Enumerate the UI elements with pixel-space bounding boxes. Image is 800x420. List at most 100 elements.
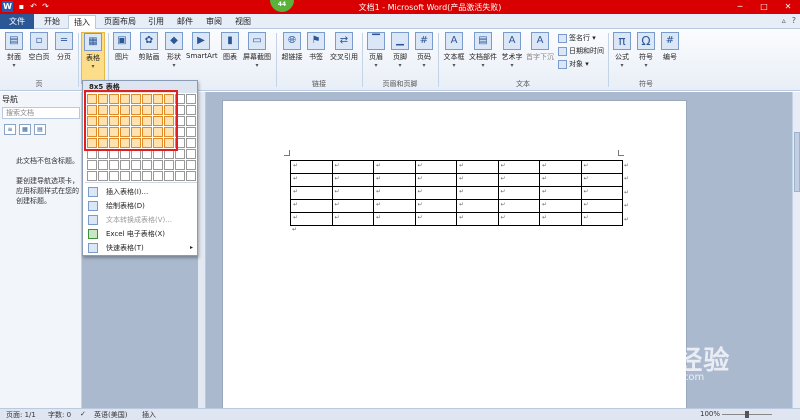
table-grid-cell[interactable] — [131, 171, 141, 181]
undo-icon[interactable]: ↶ — [28, 1, 39, 12]
quick-tables-menu-item[interactable]: 快速表格(T) ▸ — [85, 241, 197, 255]
signature-line-button[interactable]: 签名行 ▾ — [558, 33, 596, 43]
page-count[interactable]: 页面: 1/1 — [6, 410, 36, 420]
tab-mailings[interactable]: 邮件 — [172, 15, 198, 29]
table-cell[interactable]: ↵ — [497, 199, 540, 213]
equation-button[interactable]: π 公式 ▾ — [612, 32, 632, 69]
tab-insert[interactable]: 插入 — [68, 15, 96, 30]
table-grid-cell[interactable] — [186, 160, 196, 170]
table-grid-cell[interactable] — [109, 171, 119, 181]
table-grid-cell[interactable] — [164, 160, 174, 170]
table-cell[interactable]: ↵ — [539, 160, 582, 174]
document-table[interactable]: ↵ ↵ ↵ ↵ ↵ ↵ ↵ ↵ ↵ ↵ ↵ ↵ ↵ ↵ ↵ ↵ ↵ ↵ ↵ ↵ ↵ ↵ ↵ ↵ ↵ ↵ ↵ ↵ ↵ ↵ ↵ ↵ ↵ ↵ ↵ ↵ ↵ ↵ ↵ ↵ — [290, 160, 623, 226]
browse-results-icon[interactable]: ▤ — [34, 124, 46, 135]
browse-headings-icon[interactable]: ≡ — [4, 124, 16, 135]
insert-mode-indicator[interactable]: 插入 — [142, 410, 156, 420]
save-icon[interactable]: ▪ — [16, 1, 27, 12]
tab-view[interactable]: 视图 — [230, 15, 256, 29]
table-grid-cell[interactable] — [142, 171, 152, 181]
shapes-button[interactable]: ◆ 形状 ▾ — [164, 32, 184, 69]
table-cell[interactable]: ↵ — [456, 186, 499, 200]
table-grid-cell[interactable] — [186, 116, 196, 126]
table-cell[interactable]: ↵ — [373, 199, 416, 213]
proofing-icon[interactable]: ✓ — [80, 410, 86, 418]
word-count[interactable]: 字数: 0 — [48, 410, 71, 420]
table-grid-cell[interactable] — [142, 160, 152, 170]
table-cell[interactable]: ↵ — [456, 160, 499, 174]
table-cell[interactable]: ↵ — [497, 173, 540, 187]
textbox-button[interactable]: A 文本框 ▾ — [442, 32, 466, 69]
word-app-icon[interactable]: W — [2, 1, 13, 12]
smartart-button[interactable]: ▶ SmartArt — [186, 32, 218, 60]
crossref-button[interactable]: ⇄ 交叉引用 — [328, 32, 360, 62]
draw-table-menu-item[interactable]: 绘制表格(D) — [85, 199, 197, 213]
table-grid-cell[interactable] — [164, 171, 174, 181]
table-cell[interactable]: ↵ — [414, 199, 457, 213]
table-cell[interactable]: ↵ — [331, 186, 374, 200]
table-cell[interactable]: ↵ — [580, 199, 623, 213]
footer-button[interactable]: ▁ 页脚 ▾ — [390, 32, 410, 69]
header-button[interactable]: ▔ 页眉 ▾ — [366, 32, 386, 69]
table-row[interactable]: ↵ ↵ ↵ ↵ ↵ ↵ ↵ ↵ — [290, 160, 623, 174]
object-button[interactable]: 对象 ▾ — [558, 59, 589, 69]
table-grid-cell[interactable] — [131, 160, 141, 170]
table-cell[interactable]: ↵ — [414, 186, 457, 200]
table-grid-cell[interactable] — [186, 171, 196, 181]
table-cell[interactable]: ↵ — [414, 212, 457, 226]
table-cell[interactable]: ↵ — [331, 212, 374, 226]
bookmark-button[interactable]: ⚑ 书签 — [306, 32, 326, 62]
ribbon-minimize-icon[interactable]: ▵ — [782, 16, 786, 25]
table-cell[interactable]: ↵ — [290, 173, 333, 187]
tab-file[interactable]: 文件 — [0, 14, 34, 29]
table-cell[interactable]: ↵ — [373, 212, 416, 226]
zoom-level[interactable]: 100% — [700, 410, 720, 418]
table-cell[interactable]: ↵ — [290, 186, 333, 200]
table-grid-cell[interactable] — [175, 171, 185, 181]
table-grid-cell[interactable] — [98, 160, 108, 170]
scroll-thumb[interactable] — [794, 132, 800, 192]
table-cell[interactable]: ↵ — [539, 173, 582, 187]
table-cell[interactable]: ↵ — [539, 212, 582, 226]
tab-page-layout[interactable]: 页面布局 — [100, 15, 140, 29]
chart-button[interactable]: ▮ 图表 — [220, 32, 240, 62]
table-cell[interactable]: ↵ — [373, 173, 416, 187]
table-cell[interactable]: ↵ — [456, 199, 499, 213]
table-grid-cell[interactable] — [87, 171, 97, 181]
table-row[interactable]: ↵ ↵ ↵ ↵ ↵ ↵ ↵ ↵ — [290, 212, 623, 226]
table-grid-cell[interactable] — [98, 171, 108, 181]
hyperlink-button[interactable]: 🌐︎ 超链接 — [280, 32, 304, 62]
tab-home[interactable]: 开始 — [38, 15, 66, 29]
table-grid-cell[interactable] — [186, 149, 196, 159]
zoom-slider-thumb[interactable] — [745, 411, 749, 418]
cover-page-button[interactable]: ▤ 封面 ▾ — [4, 32, 24, 69]
table-cell[interactable]: ↵ — [373, 186, 416, 200]
table-cell[interactable]: ↵ — [331, 199, 374, 213]
table-cell[interactable]: ↵ — [331, 160, 374, 174]
language-indicator[interactable]: 英语(美国) — [94, 410, 127, 420]
table-cell[interactable]: ↵ — [580, 173, 623, 187]
maximize-button[interactable]: □ — [752, 0, 776, 14]
help-icon[interactable]: ? — [792, 16, 796, 25]
table-cell[interactable]: ↵ — [456, 212, 499, 226]
table-cell[interactable]: ↵ — [580, 186, 623, 200]
table-cell[interactable]: ↵ — [497, 212, 540, 226]
insert-table-menu-item[interactable]: 插入表格(I)... — [85, 185, 197, 199]
table-cell[interactable]: ↵ — [290, 160, 333, 174]
quickparts-button[interactable]: ▤ 文档部件 ▾ — [468, 32, 498, 69]
excel-spreadsheet-menu-item[interactable]: Excel 电子表格(X) — [85, 227, 197, 241]
table-cell[interactable]: ↵ — [497, 160, 540, 174]
page-number-button[interactable]: # 页码 ▾ — [414, 32, 434, 69]
tab-review[interactable]: 审阅 — [201, 15, 227, 29]
table-grid-cell[interactable] — [153, 171, 163, 181]
table-grid-cell[interactable] — [186, 94, 196, 104]
minimize-button[interactable]: ─ — [728, 0, 752, 14]
table-grid-cell[interactable] — [153, 160, 163, 170]
table-row[interactable]: ↵ ↵ ↵ ↵ ↵ ↵ ↵ ↵ — [290, 186, 623, 200]
table-cell[interactable]: ↵ — [414, 160, 457, 174]
picture-button[interactable]: ▣ 图片 — [112, 32, 132, 62]
browse-pages-icon[interactable]: ▦ — [19, 124, 31, 135]
clipart-button[interactable]: ✿ 剪贴画 — [136, 32, 162, 62]
table-cell[interactable]: ↵ — [539, 186, 582, 200]
table-row[interactable]: ↵ ↵ ↵ ↵ ↵ ↵ ↵ ↵ — [290, 199, 623, 213]
table-grid-cell[interactable] — [186, 105, 196, 115]
